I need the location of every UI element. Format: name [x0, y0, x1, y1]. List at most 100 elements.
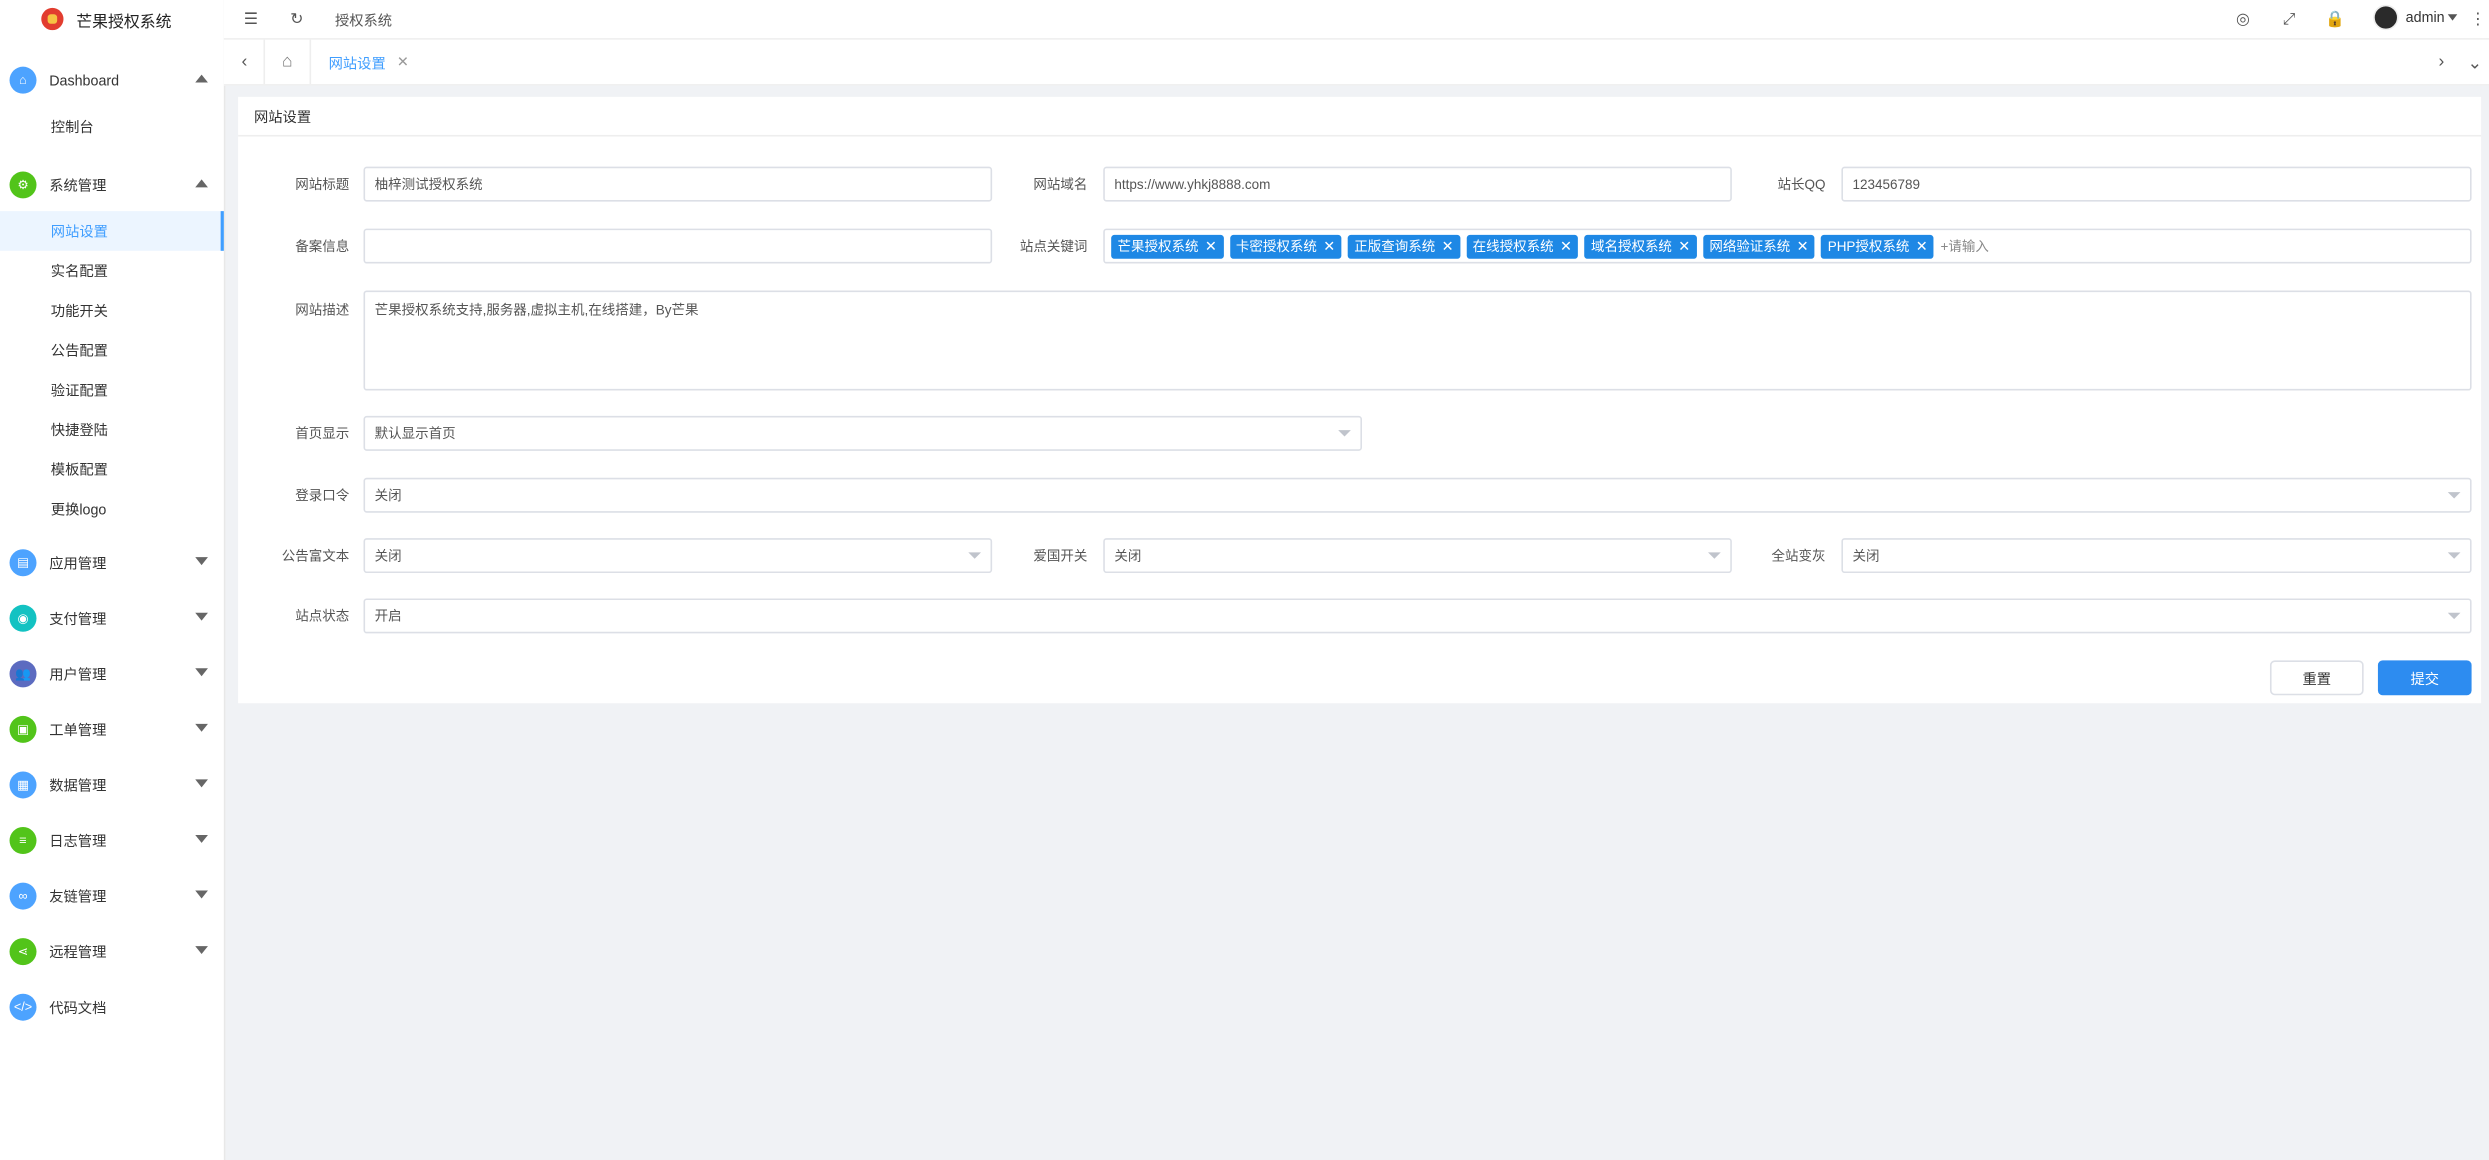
sidebar-group-data[interactable]: ▦ 数据管理: [0, 757, 224, 813]
sidebar-group-code-docs[interactable]: </> 代码文档: [0, 979, 224, 1035]
close-icon[interactable]: ✕: [1323, 230, 1335, 262]
sidebar-group-label: 友链管理: [49, 888, 107, 905]
sidebar-item-console[interactable]: 控制台: [0, 106, 224, 146]
tag-label: 芒果授权系统: [1117, 238, 1199, 254]
tab-site-settings[interactable]: 网站设置 ✕: [315, 46, 422, 81]
sidebar-group-label: Dashboard: [49, 72, 120, 89]
sidebar-group-remote[interactable]: ⋖ 远程管理: [0, 924, 224, 980]
chevron-left-icon[interactable]: ‹: [233, 49, 255, 74]
sidebar-group-label: 代码文档: [49, 1000, 107, 1016]
close-icon[interactable]: ✕: [1916, 230, 1928, 262]
admin-qq-input[interactable]: 123456789: [1841, 166, 2472, 202]
reset-button[interactable]: 重置: [2269, 660, 2364, 696]
close-icon[interactable]: ✕: [397, 53, 409, 70]
close-icon[interactable]: ✕: [1205, 230, 1217, 262]
user-name: admin: [2405, 9, 2445, 26]
app-title: 芒果授权系统: [76, 13, 172, 31]
sidebar-item-quick-login[interactable]: 快捷登陆: [0, 410, 224, 450]
login-token-select[interactable]: 关闭: [363, 477, 2472, 513]
sidebar-group-users[interactable]: 👥 用户管理: [0, 646, 224, 702]
site-domain-input[interactable]: https://www.yhkj8888.com: [1103, 166, 1732, 202]
sidebar-group-links[interactable]: ∞ 友链管理: [0, 868, 224, 924]
top-bar: ☰ ↻ 授权系统 ◎ ⤢ 🔒 admin ⋮: [223, 0, 2489, 40]
breadcrumb: 授权系统: [334, 12, 393, 29]
sidebar-item-verify[interactable]: 验证配置: [0, 370, 224, 410]
patriot-switch-select[interactable]: 关闭: [1103, 538, 1732, 574]
sidebar-group-payment[interactable]: ◉ 支付管理: [0, 591, 224, 647]
icp-input[interactable]: [363, 228, 993, 264]
caret-down-icon: [2447, 14, 2458, 21]
keyword-tag: 正版查询系统 ✕: [1347, 234, 1460, 258]
mango-logo-icon: [41, 7, 64, 31]
close-icon[interactable]: ✕: [1678, 230, 1690, 262]
payment-icon: ◉: [9, 604, 37, 632]
settings-icon: ⚙: [9, 171, 37, 199]
avatar: [2373, 4, 2400, 31]
keyword-tag: 域名授权系统 ✕: [1584, 234, 1697, 258]
sidebar-item-template[interactable]: 模板配置: [0, 449, 224, 489]
sidebar-group-logs[interactable]: ≡ 日志管理: [0, 813, 224, 869]
refresh-icon[interactable]: ↻: [286, 8, 308, 30]
sidebar-group-dashboard[interactable]: ⌂ Dashboard: [0, 54, 224, 106]
sidebar-group-system[interactable]: ⚙ 系统管理: [0, 159, 224, 211]
sidebar-group-label: 数据管理: [49, 777, 107, 794]
sidebar-group-label: 日志管理: [49, 833, 107, 850]
sidebar-group-tickets[interactable]: ▣ 工单管理: [0, 702, 224, 758]
notice-richtext-select[interactable]: 关闭: [363, 538, 993, 574]
keyword-tag: 卡密授权系统 ✕: [1229, 234, 1342, 258]
homepage-label: 首页显示: [295, 425, 350, 442]
sidebar-group-apps[interactable]: ▤ 应用管理: [0, 535, 224, 591]
users-icon: 👥: [9, 660, 37, 688]
fullscreen-icon[interactable]: ⤢: [2278, 8, 2300, 30]
chevron-up-icon: [195, 179, 208, 188]
link-icon: ∞: [9, 882, 37, 910]
close-icon[interactable]: ✕: [1560, 230, 1572, 262]
close-icon[interactable]: ✕: [1442, 230, 1454, 262]
site-status-select[interactable]: 开启: [363, 598, 2472, 634]
dashboard-icon: ⌂: [9, 66, 37, 94]
chevron-right-icon[interactable]: ›: [2430, 49, 2452, 74]
tag-label: 在线授权系统: [1472, 238, 1554, 254]
patriot-switch-label: 爱国开关: [1033, 547, 1088, 564]
keywords-tag-input[interactable]: 芒果授权系统 ✕ 卡密授权系统 ✕ 正版查询系统 ✕ 在线授权系统 ✕ 域名授权系统 ✕ …: [1103, 228, 2472, 264]
chevron-down-icon[interactable]: ⌄: [2464, 49, 2486, 74]
lock-icon[interactable]: 🔒: [2324, 8, 2346, 30]
globe-icon[interactable]: ◎: [2232, 8, 2254, 30]
submit-button[interactable]: 提交: [2377, 660, 2472, 696]
sidebar: 芒果授权系统 ⌂ Dashboard 控制台 ⚙ 系统管理 网站设置 实名配置 …: [0, 0, 226, 1160]
chevron-down-icon: [195, 946, 208, 955]
sidebar-item-site-settings[interactable]: 网站设置: [0, 211, 224, 251]
sidebar-item-notice[interactable]: 公告配置: [0, 330, 224, 370]
user-menu[interactable]: admin: [2373, 4, 2458, 31]
chevron-up-icon: [195, 74, 208, 83]
grayscale-select[interactable]: 关闭: [1841, 538, 2472, 574]
app-logo[interactable]: 芒果授权系统: [0, 0, 224, 38]
sidebar-item-feature-switch[interactable]: 功能开关: [0, 290, 224, 330]
description-textarea[interactable]: 芒果授权系统支持,服务器,虚拟主机,在线搭建，By芒果: [363, 290, 2472, 391]
keyword-tag: 网络验证系统 ✕: [1702, 234, 1815, 258]
chevron-down-icon: [195, 890, 208, 899]
home-icon: ⌂: [282, 52, 293, 72]
sidebar-group-label: 应用管理: [49, 555, 107, 572]
ticket-icon: ▣: [9, 715, 37, 743]
keyword-new-input[interactable]: +请输入: [1940, 230, 1988, 262]
sidebar-group-label: 系统管理: [49, 177, 107, 194]
menu-fold-icon[interactable]: ☰: [240, 8, 262, 30]
app-icon: ▤: [9, 549, 37, 577]
code-icon: </>: [9, 993, 37, 1021]
tag-label: 卡密授权系统: [1235, 238, 1317, 254]
more-vertical-icon[interactable]: ⋮: [2467, 8, 2489, 30]
home-tab[interactable]: ⌂: [263, 39, 312, 85]
sidebar-item-realname[interactable]: 实名配置: [0, 251, 224, 291]
login-token-label: 登录口令: [295, 487, 350, 504]
tag-label: PHP授权系统: [1827, 238, 1910, 254]
close-icon[interactable]: ✕: [1797, 230, 1809, 262]
keyword-tag: PHP授权系统 ✕: [1821, 234, 1935, 258]
log-icon: ≡: [9, 827, 37, 855]
chevron-down-icon: [195, 612, 208, 621]
keyword-tag: 在线授权系统 ✕: [1466, 234, 1579, 258]
sidebar-item-logo[interactable]: 更换logo: [0, 489, 224, 529]
site-title-input[interactable]: 柚梓测试授权系统: [363, 166, 993, 202]
keyword-tag: 芒果授权系统 ✕: [1111, 234, 1224, 258]
homepage-select[interactable]: 默认显示首页: [363, 415, 1362, 451]
